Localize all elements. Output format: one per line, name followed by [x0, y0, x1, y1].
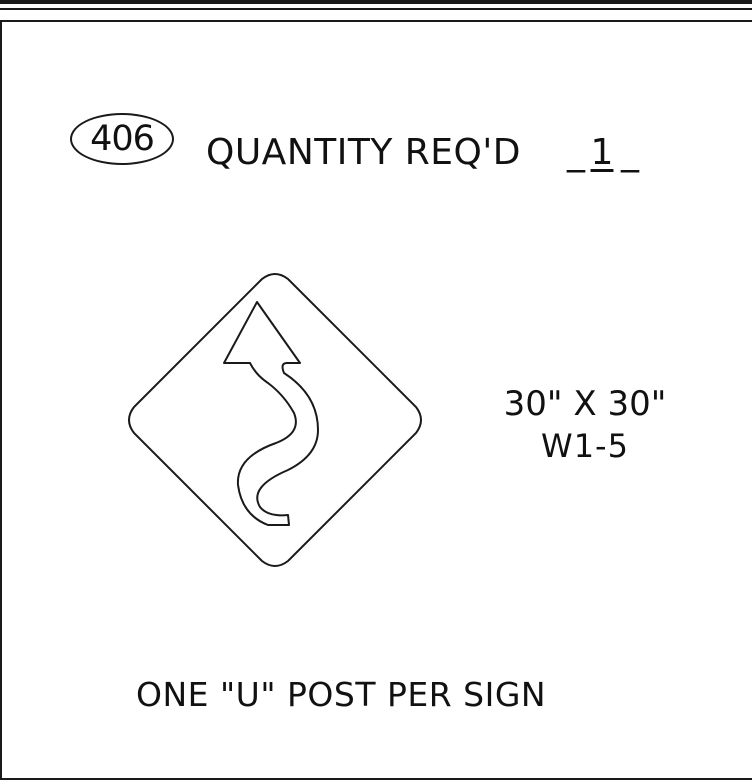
sign-size-label: 30" X 30" — [503, 384, 667, 424]
item-number-badge: 406 — [70, 113, 174, 165]
winding-road-diamond-icon — [128, 273, 422, 567]
post-requirement-note: ONE "U" POST PER SIGN — [136, 675, 547, 714]
top-border-line — [0, 0, 752, 4]
top-border-line-thin — [0, 8, 752, 10]
sign-diamond-outline — [128, 273, 422, 567]
quantity-blank-right: _ — [621, 132, 639, 173]
quantity-label: QUANTITY REQ'D — [206, 132, 521, 173]
sign-code-label: W1-5 — [541, 427, 629, 465]
quantity-value: 1 — [590, 132, 614, 173]
quantity-blank-left: _ — [567, 132, 585, 173]
winding-arrow-shape — [223, 301, 319, 526]
